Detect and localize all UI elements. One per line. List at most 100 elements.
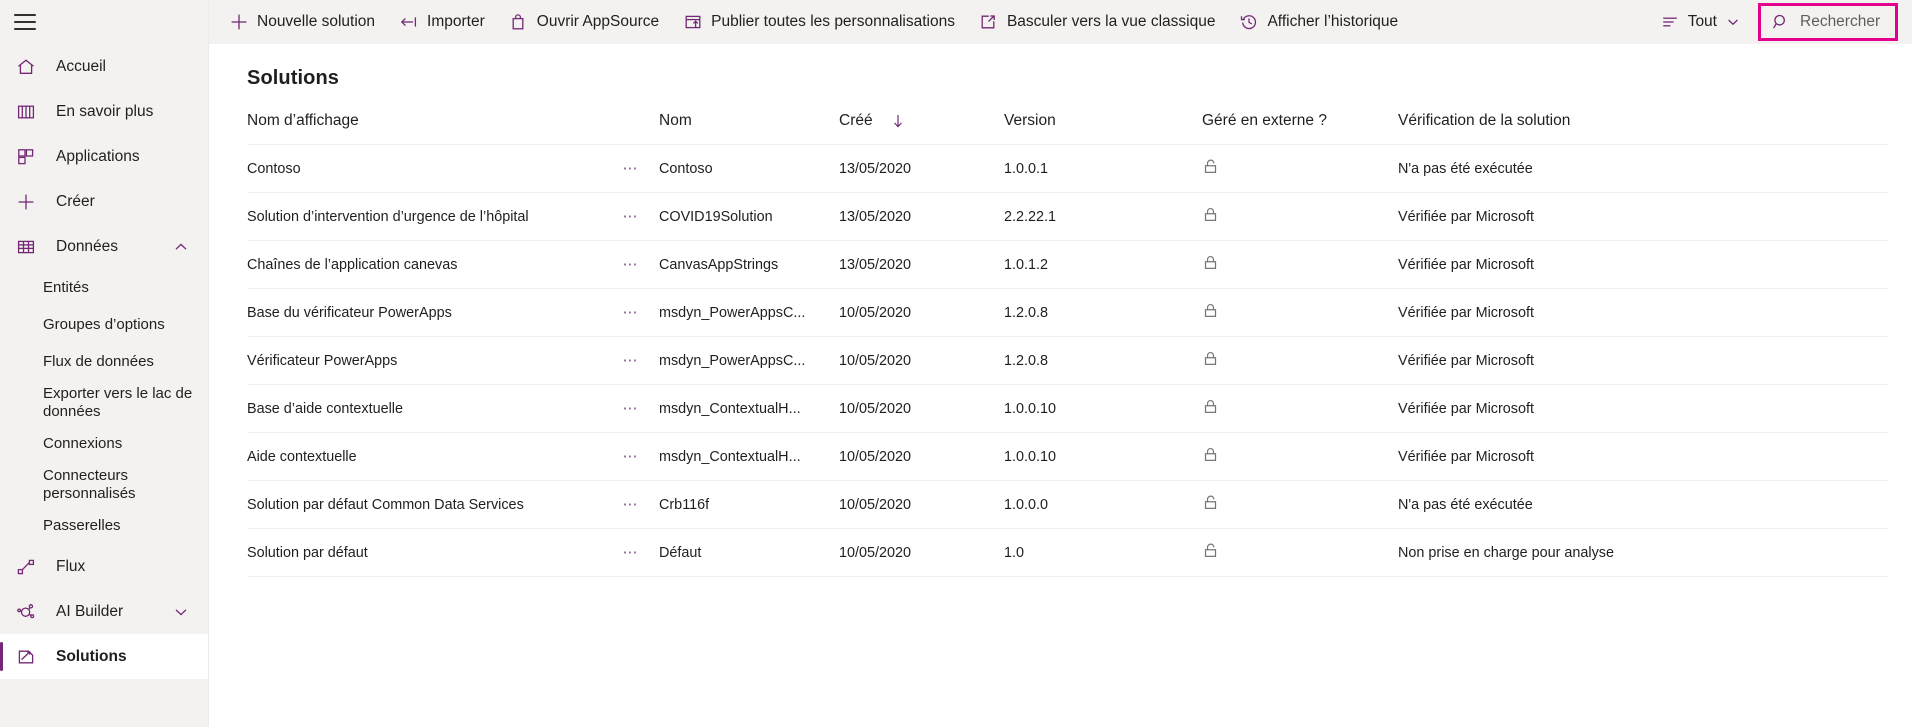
cell-version: 1.0.0.10 xyxy=(1004,433,1202,481)
sidebar-item-connecteurs-personnalises[interactable]: Connecteurs personnalisés xyxy=(0,462,208,507)
app-root: Accueil En savoir plus Applications Crée… xyxy=(0,0,1912,727)
cell-solution-checker: Vérifiée par Microsoft xyxy=(1398,385,1888,433)
cell-version-value: 1.2.0.8 xyxy=(1004,353,1202,369)
solution-display-name: Contoso xyxy=(247,161,301,177)
cell-created: 10/05/2020 xyxy=(839,481,1004,529)
column-header-created[interactable]: Créé xyxy=(839,112,1004,145)
ellipsis-icon[interactable]: ⋯ xyxy=(618,543,646,562)
sidebar-item-label: Exporter vers le lac de données xyxy=(43,385,194,420)
sidebar-item-solutions[interactable]: Solutions xyxy=(0,634,208,679)
cell-name-value: Crb116f xyxy=(659,497,839,513)
sidebar-item-connexions[interactable]: Connexions xyxy=(0,425,208,462)
hamburger-icon[interactable] xyxy=(14,14,36,30)
plus-icon xyxy=(229,13,248,32)
table-row[interactable]: Base d’aide contextuelle ⋯ msdyn_Contextua… xyxy=(247,385,1888,433)
sidebar-item-flux-de-donnees[interactable]: Flux de données xyxy=(0,343,208,380)
sidebar-item-label: Entités xyxy=(43,279,89,297)
ellipsis-icon[interactable]: ⋯ xyxy=(618,207,646,226)
cell-display-name: Base du vérificateur PowerApps⋯ xyxy=(247,289,659,337)
sidebar-item-groupes-doptions[interactable]: Groupes d’options xyxy=(0,306,208,343)
cell-name-value: Contoso xyxy=(659,161,839,177)
sidebar-group-donnees[interactable]: Données xyxy=(0,224,208,269)
cell-version: 1.2.0.8 xyxy=(1004,289,1202,337)
cell-managed-externally xyxy=(1202,193,1398,241)
unlock-icon xyxy=(1202,547,1219,563)
column-header-display-name[interactable]: Nom d’affichage xyxy=(247,112,659,145)
sidebar-item-flux[interactable]: Flux xyxy=(0,544,208,589)
cell-solution-checker-value: Vérifiée par Microsoft xyxy=(1398,209,1888,225)
column-header-label: Vérification de la solution xyxy=(1398,112,1570,130)
table-row[interactable]: Base du vérificateur PowerApps⋯msdyn_Pow… xyxy=(247,289,1888,337)
table-row[interactable]: Solution par défaut Common Data Services… xyxy=(247,481,1888,529)
table-row[interactable]: Aide contextuelle⋯msdyn_ContextualH...10… xyxy=(247,433,1888,481)
table-header: Nom d’affichage Nom Créé xyxy=(247,112,1888,145)
cell-name: msdyn_ContextualH... xyxy=(659,385,839,433)
solution-display-name: Solution d’intervention d’urgence de l’h… xyxy=(247,209,529,225)
ellipsis-icon[interactable]: ⋯ xyxy=(618,255,646,274)
chevron-up-icon[interactable] xyxy=(170,239,192,255)
chevron-down-icon[interactable] xyxy=(170,604,192,620)
ellipsis-icon[interactable]: ⋯ xyxy=(618,447,646,466)
publish-all-customizations-button[interactable]: Publier toutes les personnalisations xyxy=(671,2,967,42)
filter-all-dropdown[interactable]: Tout xyxy=(1653,4,1748,40)
ellipsis-icon[interactable]: ⋯ xyxy=(618,303,646,322)
cell-created: 13/05/2020 xyxy=(839,193,1004,241)
arrow-down-icon xyxy=(891,113,905,129)
import-button[interactable]: Importer xyxy=(387,2,497,42)
ellipsis-icon[interactable]: ⋯ xyxy=(618,399,646,418)
cell-created: 10/05/2020 xyxy=(839,433,1004,481)
search-input[interactable]: Rechercher xyxy=(1758,3,1898,41)
switch-to-classic-button[interactable]: Basculer vers la vue classique xyxy=(967,2,1228,42)
main-content: Solutions Nom d’affichage Nom xyxy=(209,44,1912,727)
bag-icon xyxy=(509,13,528,32)
cell-version: 2.2.22.1 xyxy=(1004,193,1202,241)
sidebar-item-en-savoir-plus[interactable]: En savoir plus xyxy=(0,89,208,134)
table-row[interactable]: Contoso⋯Contoso13/05/20201.0.0.1N'a pas … xyxy=(247,145,1888,193)
ellipsis-icon[interactable]: ⋯ xyxy=(618,351,646,370)
table-row[interactable]: Vérificateur PowerApps⋯msdyn_PowerAppsC.… xyxy=(247,337,1888,385)
table-row[interactable]: Chaînes de l’application canevas⋯CanvasA… xyxy=(247,241,1888,289)
column-header-solution-checker[interactable]: Vérification de la solution xyxy=(1398,112,1888,145)
open-appsource-button[interactable]: Ouvrir AppSource xyxy=(497,2,671,42)
ellipsis-icon[interactable]: ⋯ xyxy=(618,159,646,178)
cell-solution-checker-value: N'a pas été exécutée xyxy=(1398,161,1888,177)
new-solution-button[interactable]: Nouvelle solution xyxy=(217,2,387,42)
show-history-button[interactable]: Afficher l’historique xyxy=(1227,2,1410,42)
sidebar-item-applications[interactable]: Applications xyxy=(0,134,208,179)
sidebar-item-entites[interactable]: Entités xyxy=(0,269,208,306)
lock-icon xyxy=(1202,451,1219,467)
column-header-managed[interactable]: Géré en externe ? xyxy=(1202,112,1398,145)
sidebar-item-label: Données xyxy=(56,238,170,256)
page-title: Solutions xyxy=(209,44,1912,90)
cell-version-value: 1.0.0.10 xyxy=(1004,401,1202,417)
cell-created-value: 10/05/2020 xyxy=(839,497,1004,513)
cell-created-value: 10/05/2020 xyxy=(839,401,1004,417)
cell-name: Crb116f xyxy=(659,481,839,529)
open-in-new-icon xyxy=(979,13,998,32)
solution-display-name: Base d’aide contextuelle xyxy=(247,401,403,417)
cell-solution-checker: Vérifiée par Microsoft xyxy=(1398,241,1888,289)
sidebar-item-creer[interactable]: Créer xyxy=(0,179,208,224)
table-row[interactable]: Solution d’intervention d’urgence de l’h… xyxy=(247,193,1888,241)
filter-icon xyxy=(1661,13,1680,32)
cell-created: 13/05/2020 xyxy=(839,145,1004,193)
cell-solution-checker-value: Non prise en charge pour analyse xyxy=(1398,545,1888,561)
sidebar-item-passerelles[interactable]: Passerelles xyxy=(0,507,208,544)
sidebar-item-exporter-vers-le-lac-de-donnees[interactable]: Exporter vers le lac de données xyxy=(0,380,208,425)
sidebar-item-label: En savoir plus xyxy=(56,103,208,121)
home-icon xyxy=(16,56,40,78)
solution-display-name: Chaînes de l’application canevas xyxy=(247,257,457,273)
cell-display-name: Aide contextuelle⋯ xyxy=(247,433,659,481)
column-header-label: Nom d’affichage xyxy=(247,112,359,130)
solutions-grid: Nom d’affichage Nom Créé xyxy=(209,112,1912,577)
sidebar-item-accueil[interactable]: Accueil xyxy=(0,44,208,89)
ellipsis-icon[interactable]: ⋯ xyxy=(618,495,646,514)
column-header-name[interactable]: Nom xyxy=(659,112,839,145)
sidebar-group-ai-builder[interactable]: AI Builder xyxy=(0,589,208,634)
sidebar-item-label: Passerelles xyxy=(43,517,121,535)
column-header-version[interactable]: Version xyxy=(1004,112,1202,145)
cell-managed-externally xyxy=(1202,529,1398,577)
search-placeholder: Rechercher xyxy=(1800,13,1880,31)
cell-version: 1.0 xyxy=(1004,529,1202,577)
table-row[interactable]: Solution par défaut⋯Défaut10/05/20201.0N… xyxy=(247,529,1888,577)
